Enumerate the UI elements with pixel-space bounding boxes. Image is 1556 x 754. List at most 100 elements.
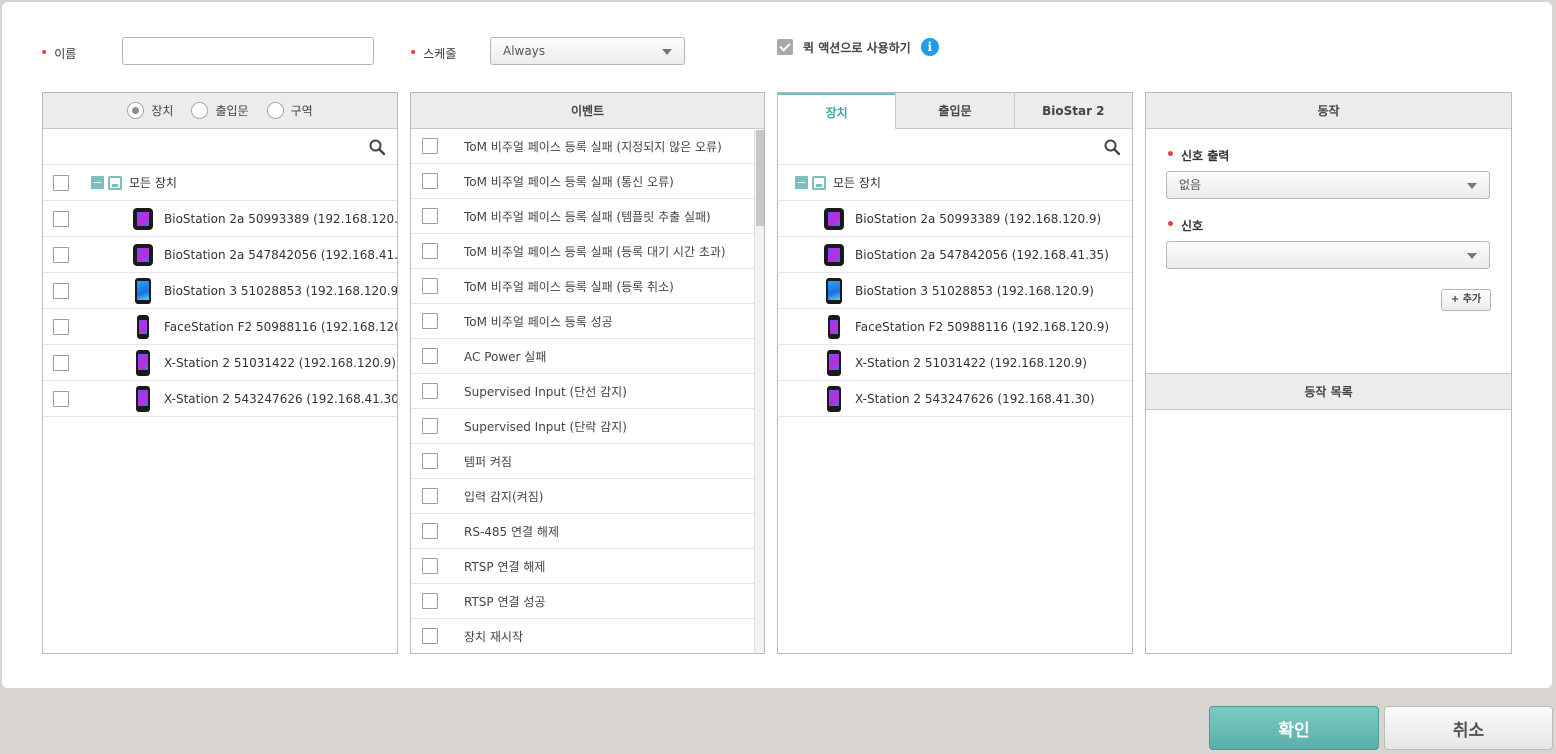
chevron-down-icon [1467,253,1477,259]
event-row[interactable]: ToM 비주얼 페이스 등록 실패 (템플릿 추출 실패) [411,199,764,234]
event-checkbox[interactable] [422,348,438,364]
add-button[interactable]: + 추가 [1441,289,1491,311]
radio-door[interactable]: 출입문 [191,102,249,119]
event-scrollbar[interactable] [754,130,764,653]
signal-select[interactable] [1166,241,1490,269]
name-input[interactable] [122,37,374,65]
event-checkbox[interactable] [422,558,438,574]
biostation-2a-icon [824,207,844,230]
event-checkbox[interactable] [422,313,438,329]
device-row[interactable]: BioStation 2a 547842056 (192.168.41.35) [43,237,397,273]
device-checkbox[interactable] [53,282,69,299]
search-icon[interactable] [369,139,385,155]
device-icon-slot [131,314,155,339]
event-checkbox[interactable] [422,523,438,539]
device-group-icon [108,175,122,190]
event-checkbox[interactable] [422,488,438,504]
device-row[interactable]: BioStation 2a 50993389 (192.168.120.9) [778,201,1132,237]
device-label: X-Station 2 543247626 (192.168.41.30) [164,391,398,406]
device-row[interactable]: BioStation 3 51028853 (192.168.120.9) [43,273,397,309]
event-row[interactable]: ToM 비주얼 페이스 등록 실패 (등록 대기 시간 초과) [411,234,764,269]
event-checkbox[interactable] [422,453,438,469]
device-row[interactable]: FaceStation F2 50988116 (192.168.120.9) [778,309,1132,345]
trigger-action-dialog: • 이름 • 스케줄 Always 퀵 액션으로 사용하기 i 장치 출입문 구… [2,2,1552,688]
scroll-thumb[interactable] [756,130,764,226]
event-checkbox[interactable] [422,243,438,259]
cancel-button[interactable]: 취소 [1384,706,1553,750]
device-label: FaceStation F2 50988116 (192.168.120.9) [855,319,1110,334]
device-checkbox[interactable] [53,354,69,371]
event-row[interactable]: AC Power 실패 [411,339,764,374]
source-type-header: 장치 출입문 구역 [43,93,397,129]
tree-root-checkbox[interactable] [53,174,69,191]
device-row[interactable]: FaceStation F2 50988116 (192.168.120.9) [43,309,397,345]
event-label: Supervised Input (단락 감지) [464,419,627,434]
search-icon[interactable] [1104,139,1120,155]
device-row[interactable]: BioStation 2a 547842056 (192.168.41.35) [778,237,1132,273]
collapse-icon[interactable] [91,176,104,189]
schedule-select[interactable]: Always [490,37,685,65]
event-checkbox[interactable] [422,138,438,154]
radio-zone[interactable]: 구역 [266,102,313,119]
device-checkbox[interactable] [53,390,69,407]
device-row[interactable]: BioStation 2a 50993389 (192.168.120.9) [43,201,397,237]
biostation-2a-icon [824,243,844,266]
radio-device[interactable]: 장치 [127,102,173,119]
device-checkbox[interactable] [53,210,69,227]
x-station-2-icon [136,349,150,376]
device-checkbox[interactable] [53,246,69,263]
x-station-2-icon [827,349,841,376]
tab-door[interactable]: 출입문 [895,93,1013,128]
event-row[interactable]: 입력 감지(켜짐) [411,479,764,514]
device-label: BioStation 2a 547842056 (192.168.41.35) [855,247,1109,262]
device-icon-slot [822,243,846,266]
event-row[interactable]: Supervised Input (단선 감지) [411,374,764,409]
device-row[interactable]: X-Station 2 51031422 (192.168.120.9) [43,345,397,381]
device-label: BioStation 3 51028853 (192.168.120.9) [855,283,1094,298]
tree-root-row[interactable]: 모든 장치 [778,165,1132,201]
device-label: X-Station 2 543247626 (192.168.41.30) [855,391,1095,406]
device-row[interactable]: X-Station 2 543247626 (192.168.41.30) [43,381,397,417]
device-row[interactable]: X-Station 2 543247626 (192.168.41.30) [778,381,1132,417]
x-station-2-icon [136,385,150,412]
confirm-button[interactable]: 확인 [1209,706,1379,750]
event-checkbox[interactable] [422,278,438,294]
device-icon-slot [822,349,846,376]
event-row[interactable]: ToM 비주얼 페이스 등록 실패 (등록 취소) [411,269,764,304]
device-row[interactable]: X-Station 2 51031422 (192.168.120.9) [778,345,1132,381]
event-checkbox[interactable] [422,418,438,434]
quick-action-option: 퀵 액션으로 사용하기 i [777,38,939,56]
event-row[interactable]: 템퍼 켜짐 [411,444,764,479]
tab-biostar2[interactable]: BioStar 2 [1013,93,1132,128]
quick-action-checkbox[interactable] [777,39,793,55]
event-checkbox[interactable] [422,208,438,224]
event-row[interactable]: ToM 비주얼 페이스 등록 실패 (지정되지 않은 오류) [411,129,764,164]
event-row[interactable]: Supervised Input (단락 감지) [411,409,764,444]
event-header: 이벤트 [411,93,764,129]
device-label: BioStation 2a 50993389 (192.168.120.9) [855,211,1102,226]
device-icon-slot [822,277,846,304]
facestation-f2-icon [828,314,840,339]
tab-device[interactable]: 장치 [778,93,896,129]
event-row[interactable]: 장치 재시작 [411,619,764,653]
biostation-3-icon [826,277,842,304]
event-row[interactable]: RTSP 연결 해제 [411,549,764,584]
event-row[interactable]: RTSP 연결 성공 [411,584,764,619]
event-row[interactable]: ToM 비주얼 페이스 등록 실패 (통신 오류) [411,164,764,199]
event-row[interactable]: RS-485 연결 해제 [411,514,764,549]
device-label: FaceStation F2 50988116 (192.168.120.9) [164,319,398,334]
event-row[interactable]: ToM 비주얼 페이스 등록 성공 [411,304,764,339]
event-label: 입력 감지(켜짐) [464,489,544,504]
device-row[interactable]: BioStation 3 51028853 (192.168.120.9) [778,273,1132,309]
target-panel: 장치 출입문 BioStar 2 모든 장치 BioStation 2a 509… [777,92,1133,654]
info-icon[interactable]: i [920,38,939,56]
event-checkbox[interactable] [422,628,438,644]
event-checkbox[interactable] [422,383,438,399]
event-checkbox[interactable] [422,173,438,189]
signal-output-select[interactable]: 없음 [1166,171,1490,199]
collapse-icon[interactable] [795,176,808,189]
device-checkbox[interactable] [53,318,69,335]
action-list-header: 동작 목록 [1146,373,1511,410]
device-icon-slot [131,207,155,230]
event-checkbox[interactable] [422,593,438,609]
